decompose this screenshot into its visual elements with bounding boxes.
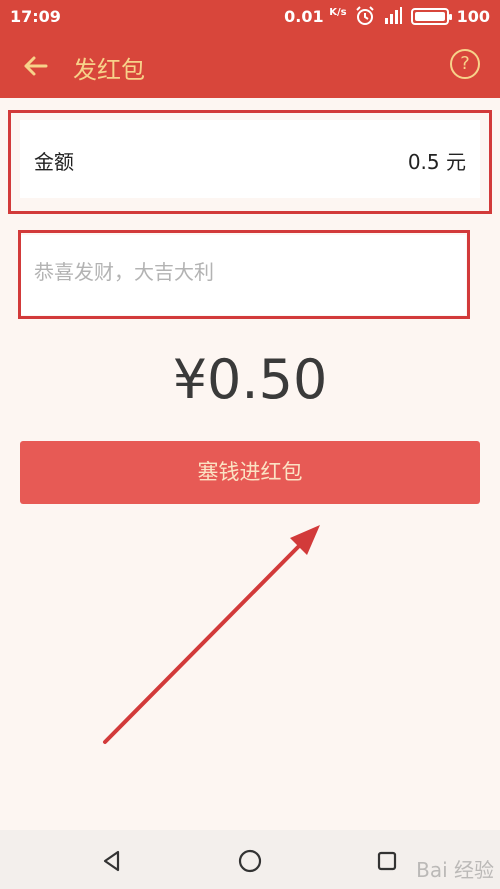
network-speed: 0.01 K/s [284, 7, 346, 26]
square-recent-icon [377, 851, 397, 871]
triangle-back-icon [103, 850, 120, 872]
nav-recent-button[interactable] [370, 844, 404, 878]
annotation-box-amount [8, 110, 492, 214]
watermark: Bai 经验 [416, 858, 494, 882]
status-icons: 0.01 K/s 100 [284, 6, 490, 26]
app-bar: 发红包 ? [0, 33, 500, 98]
battery-icon [410, 7, 452, 25]
send-red-packet-button[interactable]: 塞钱进红包 [20, 441, 480, 504]
network-speed-value: 0.01 [284, 6, 324, 26]
nav-home-button[interactable] [233, 844, 267, 878]
system-nav-bar: Bai 经验 [0, 830, 500, 889]
signal-icon [384, 7, 402, 24]
total-amount: ¥0.50 [172, 348, 328, 411]
annotation-box-message [18, 230, 470, 319]
circle-home-icon [238, 849, 262, 873]
page-title: 发红包 [73, 56, 145, 84]
annotation-arrow [103, 525, 320, 744]
question-icon: ? [460, 53, 470, 74]
arrow-left-icon [24, 56, 48, 76]
help-button[interactable]: ? [450, 49, 480, 79]
back-button[interactable] [16, 47, 54, 85]
network-speed-unit: K/s [329, 6, 347, 18]
nav-back-button[interactable] [95, 844, 129, 878]
status-bar: 17:09 0.01 K/s 100 [0, 0, 500, 33]
battery-level: 100 [456, 6, 490, 26]
alarm-icon [355, 6, 374, 25]
status-time: 17:09 [10, 7, 61, 26]
